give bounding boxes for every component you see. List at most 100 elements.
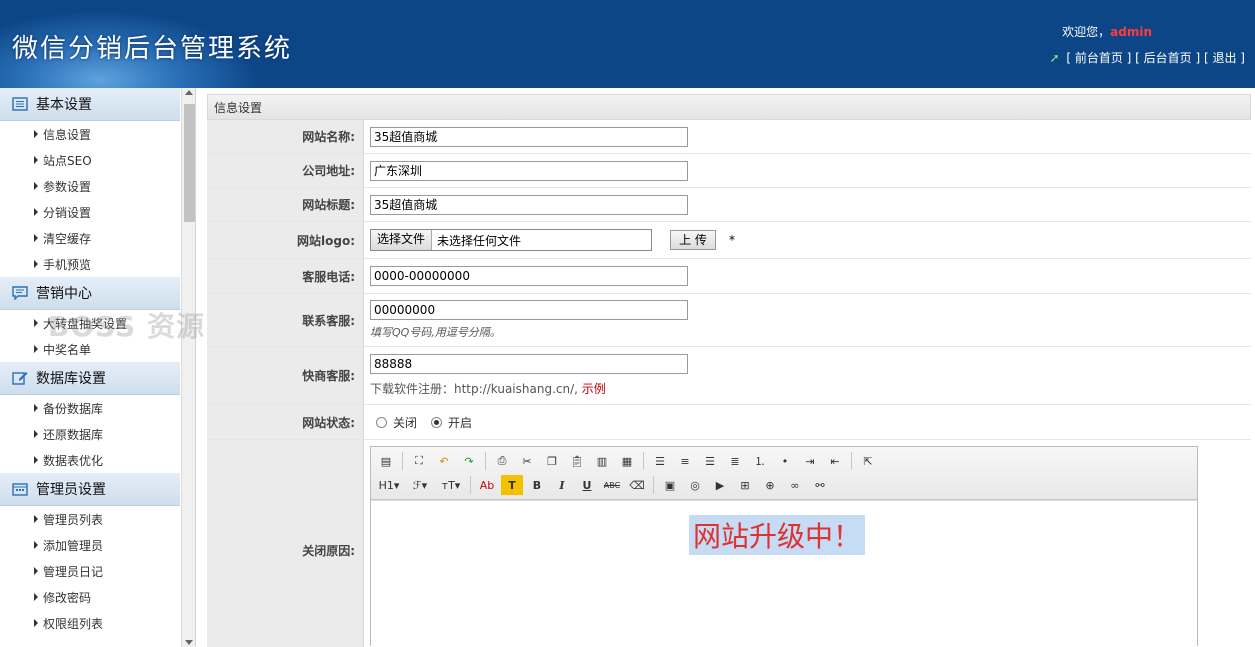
- row-site-logo: 网站logo: 选择文件 未选择任何文件 上 传 *: [207, 222, 1251, 259]
- required-mark: *: [729, 233, 735, 247]
- align-justify-icon[interactable]: ≣: [724, 451, 746, 471]
- paste-word-icon[interactable]: ▦: [616, 451, 638, 471]
- fullscreen-icon[interactable]: ⛶: [408, 451, 430, 471]
- font-family-icon[interactable]: ℱ ▾: [406, 475, 434, 495]
- sidebar-menu: 基本设置 信息设置 站点SEO 参数设置 分销设置 清空缓存 手机预览 营销中心…: [0, 88, 180, 636]
- size-text: тT: [441, 478, 455, 492]
- company-address-input[interactable]: [370, 160, 688, 181]
- row-contact-service: 联系客服: 填写QQ号码,用逗号分隔。: [207, 294, 1251, 347]
- row-site-name: 网站名称:: [207, 120, 1251, 154]
- paste-text-icon[interactable]: ▥: [591, 451, 613, 471]
- sidebar-section-admin[interactable]: 管理员设置: [0, 473, 180, 506]
- bold-icon[interactable]: B: [526, 475, 548, 495]
- arrow-icon: ➚: [1049, 51, 1060, 65]
- frontend-home-link[interactable]: [ 前台首页 ]: [1066, 51, 1131, 65]
- calendar-icon: [12, 483, 28, 496]
- list-icon: [12, 97, 28, 111]
- site-title-input[interactable]: [370, 194, 688, 215]
- scroll-down-icon[interactable]: [185, 640, 193, 645]
- row-kuaishang: 快商客服: 下载软件注册：http://kuaishang.cn/, 示例: [207, 347, 1251, 405]
- sidebar-item-change-password[interactable]: 修改密码: [0, 584, 180, 610]
- sidebar-item-info-settings[interactable]: 信息设置: [0, 121, 180, 147]
- choose-file-button[interactable]: 选择文件: [371, 230, 433, 250]
- outdent-icon[interactable]: ⇤: [824, 451, 846, 471]
- paste-icon[interactable]: 📋︎: [566, 451, 588, 471]
- cut-icon[interactable]: ✂: [516, 451, 538, 471]
- kuaishang-label: 快商客服:: [207, 347, 364, 404]
- source-icon[interactable]: ▤: [375, 451, 397, 471]
- image-icon[interactable]: ▣: [659, 475, 681, 495]
- status-close-radio[interactable]: [376, 416, 387, 428]
- logout-link[interactable]: [ 退出 ]: [1204, 51, 1245, 65]
- indent-icon[interactable]: ⇥: [799, 451, 821, 471]
- sidebar-item-optimize-tables[interactable]: 数据表优化: [0, 447, 180, 473]
- service-phone-input[interactable]: [370, 266, 688, 286]
- sidebar-item-permission-groups[interactable]: 权限组列表: [0, 610, 180, 636]
- table-icon[interactable]: ⊞: [734, 475, 756, 495]
- align-right-icon[interactable]: ☰: [699, 451, 721, 471]
- sidebar-section-database[interactable]: 数据库设置: [0, 362, 180, 395]
- align-center-icon[interactable]: ≡: [674, 451, 696, 471]
- sidebar-item-distribution-settings[interactable]: 分销设置: [0, 199, 180, 225]
- row-service-phone: 客服电话:: [207, 259, 1251, 294]
- link-icon[interactable]: ∞: [784, 475, 806, 495]
- site-name-input[interactable]: [370, 126, 688, 147]
- kuaishang-hint-text: 下载软件注册：http://kuaishang.cn/,: [370, 382, 578, 396]
- unlink-icon[interactable]: ⚯: [809, 475, 831, 495]
- editor-toolbar: ▤ ⛶ ↶ ↷ ⎙ ✂ ❐ 📋︎ ▥ ▦ ☰ ≡ ☰ ≣ ⒈ • ⇥ ⇤ ⇱ H…: [371, 447, 1197, 500]
- panel-title: 信息设置: [207, 94, 1251, 120]
- scroll-up-icon[interactable]: [185, 90, 193, 95]
- redo-icon[interactable]: ↷: [458, 451, 480, 471]
- sidebar-section-basic[interactable]: 基本设置: [0, 88, 180, 121]
- scroll-thumb[interactable]: [184, 104, 195, 222]
- logo-file-input[interactable]: 选择文件 未选择任何文件: [370, 229, 652, 251]
- sidebar-item-admin-log[interactable]: 管理员日记: [0, 558, 180, 584]
- contact-service-hint: 填写QQ号码,用逗号分隔。: [370, 326, 501, 339]
- sidebar-section-marketing[interactable]: 营销中心: [0, 277, 180, 310]
- unordered-list-icon[interactable]: •: [774, 451, 796, 471]
- strikethrough-icon[interactable]: ABC: [601, 475, 623, 495]
- sidebar-item-param-settings[interactable]: 参数设置: [0, 173, 180, 199]
- hr-icon[interactable]: ⊕: [759, 475, 781, 495]
- undo-icon[interactable]: ↶: [433, 451, 455, 471]
- print-icon[interactable]: ⎙: [491, 451, 513, 471]
- kuaishang-input[interactable]: [370, 354, 688, 374]
- italic-icon[interactable]: I: [551, 475, 573, 495]
- eraser-icon[interactable]: ⌫: [626, 475, 648, 495]
- backend-home-link[interactable]: [ 后台首页 ]: [1135, 51, 1200, 65]
- font-size-icon[interactable]: тT ▾: [437, 475, 465, 495]
- sidebar-item-mobile-preview[interactable]: 手机预览: [0, 251, 180, 277]
- select-all-icon[interactable]: ⇱: [857, 451, 879, 471]
- heading-icon[interactable]: H1 ▾: [375, 475, 403, 495]
- contact-service-label: 联系客服:: [207, 294, 364, 346]
- media-icon[interactable]: ▶: [709, 475, 731, 495]
- underline-icon[interactable]: U: [576, 475, 598, 495]
- sidebar-item-add-admin[interactable]: 添加管理员: [0, 532, 180, 558]
- sidebar-item-lottery-settings[interactable]: 大转盘抽奖设置: [0, 310, 180, 336]
- flash-icon[interactable]: ◎: [684, 475, 706, 495]
- username: admin: [1110, 25, 1152, 39]
- font-text: ℱ: [412, 478, 422, 492]
- section-label: 数据库设置: [36, 371, 106, 387]
- sidebar-item-site-seo[interactable]: 站点SEO: [0, 147, 180, 173]
- heading-text: H1: [378, 478, 394, 492]
- edit-icon: [12, 372, 28, 385]
- sidebar-item-backup-db[interactable]: 备份数据库: [0, 395, 180, 421]
- upload-button[interactable]: 上 传: [670, 230, 716, 250]
- status-open-radio[interactable]: [431, 416, 443, 428]
- editor-content-area[interactable]: 网站升级中！: [371, 500, 1197, 646]
- align-left-icon[interactable]: ☰: [649, 451, 671, 471]
- copy-icon[interactable]: ❐: [541, 451, 563, 471]
- section-label: 营销中心: [36, 286, 92, 302]
- ordered-list-icon[interactable]: ⒈: [749, 451, 771, 471]
- sidebar-scrollbar[interactable]: [181, 88, 195, 647]
- text-color-icon[interactable]: Ab: [476, 475, 498, 495]
- bg-color-icon[interactable]: T: [501, 475, 523, 495]
- sidebar-item-restore-db[interactable]: 还原数据库: [0, 421, 180, 447]
- sidebar-item-winner-list[interactable]: 中奖名单: [0, 336, 180, 362]
- header-links: ➚ [ 前台首页 ] [ 后台首页 ] [ 退出 ]: [1049, 49, 1245, 66]
- sidebar-item-clear-cache[interactable]: 清空缓存: [0, 225, 180, 251]
- example-link[interactable]: 示例: [582, 382, 606, 396]
- contact-service-input[interactable]: [370, 300, 688, 320]
- sidebar-item-admin-list[interactable]: 管理员列表: [0, 506, 180, 532]
